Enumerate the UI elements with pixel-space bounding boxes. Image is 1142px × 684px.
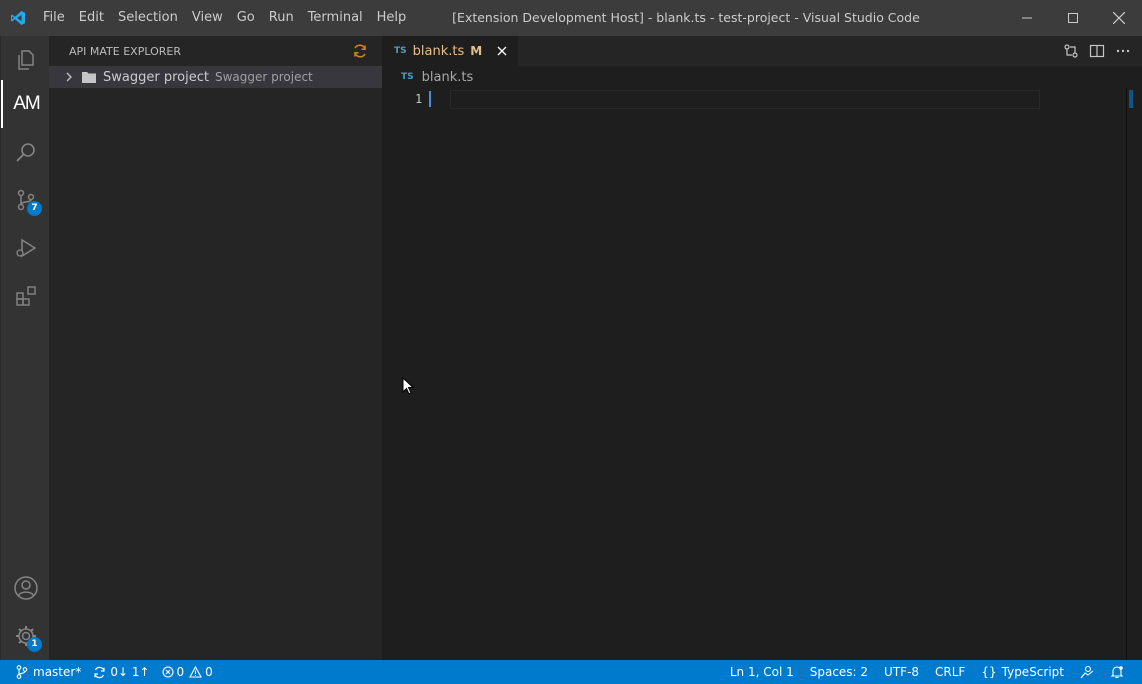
text-cursor <box>429 91 431 107</box>
menu-view[interactable]: View <box>185 0 230 36</box>
error-icon <box>161 666 174 678</box>
window-title: [Extension Development Host] - blank.ts … <box>452 10 920 25</box>
source-control-button[interactable]: 7 <box>1 176 50 224</box>
encoding-setting[interactable]: UTF-8 <box>876 660 927 684</box>
status-bar: master* 0↓ 1↑ 0 0 Ln 1, Col 1 Spaces: 2 … <box>0 660 1142 684</box>
maximize-icon <box>1068 13 1078 23</box>
warning-icon <box>189 666 203 678</box>
tree-item-description: Swagger project <box>214 70 313 84</box>
close-icon <box>497 46 507 56</box>
cursor-position[interactable]: Ln 1, Col 1 <box>722 660 802 684</box>
line-number: 1 <box>415 92 423 106</box>
search-button[interactable] <box>1 128 50 176</box>
scrollbar-cursor-marker <box>1129 90 1133 108</box>
typescript-file-icon: TS <box>394 46 407 56</box>
sync-status[interactable]: 0↓ 1↑ <box>87 660 155 684</box>
code-editor[interactable]: 1 <box>382 88 1142 660</box>
git-branch-icon <box>16 665 28 679</box>
tree-item-label: Swagger project <box>103 69 209 85</box>
run-debug-button[interactable] <box>1 224 50 272</box>
eol-setting[interactable]: CRLF <box>927 660 973 684</box>
open-changes-button[interactable] <box>1062 42 1080 60</box>
error-count: 0 <box>176 665 185 679</box>
current-line-highlight <box>450 90 1040 109</box>
breadcrumb-file[interactable]: blank.ts <box>422 70 474 85</box>
close-tab-button[interactable] <box>494 43 510 59</box>
search-icon <box>15 143 35 162</box>
explorer-button[interactable] <box>1 36 50 84</box>
accounts-button[interactable] <box>1 564 50 612</box>
feedback-icon <box>1080 665 1094 679</box>
feedback-button[interactable] <box>1072 660 1102 684</box>
branch-status[interactable]: master* <box>0 660 87 684</box>
title-bar: File Edit Selection View Go Run Terminal… <box>0 0 1142 36</box>
ellipsis-icon <box>1116 49 1130 53</box>
sidebar: API MATE EXPLORER Swagger project Swagge… <box>49 36 382 660</box>
more-actions-button[interactable] <box>1114 42 1132 60</box>
close-window-button[interactable] <box>1096 0 1142 36</box>
menu-go[interactable]: Go <box>230 0 262 36</box>
minimize-icon <box>1022 17 1032 19</box>
settings-badge: 1 <box>27 637 42 652</box>
split-editor-icon <box>1089 44 1105 58</box>
menu-run[interactable]: Run <box>262 0 301 36</box>
folder-icon <box>81 70 97 84</box>
menu-edit[interactable]: Edit <box>72 0 111 36</box>
git-compare-icon <box>1064 44 1078 58</box>
notifications-button[interactable] <box>1102 660 1132 684</box>
minimize-button[interactable] <box>1004 0 1050 36</box>
tab-bar: TS blank.ts M <box>382 36 1142 66</box>
apimate-explorer-button[interactable]: AM <box>1 80 50 128</box>
account-icon <box>13 576 38 600</box>
indentation-setting[interactable]: Spaces: 2 <box>802 660 876 684</box>
tree-item-swagger-project[interactable]: Swagger project Swagger project <box>49 66 382 88</box>
typescript-file-icon: TS <box>401 72 414 82</box>
warning-count: 0 <box>205 665 213 679</box>
sidebar-title: API MATE EXPLORER <box>69 44 181 58</box>
split-editor-button[interactable] <box>1088 42 1106 60</box>
window-controls <box>1004 0 1142 36</box>
mouse-pointer-icon <box>402 376 415 399</box>
run-debug-icon <box>15 238 36 258</box>
files-icon <box>17 50 34 70</box>
manage-settings-button[interactable]: 1 <box>1 612 50 660</box>
vscode-logo-icon <box>0 0 36 36</box>
extensions-icon <box>15 286 36 306</box>
language-label: TypeScript <box>1001 665 1064 679</box>
close-icon <box>1113 12 1125 24</box>
menu-terminal[interactable]: Terminal <box>301 0 370 36</box>
status-bar-right: Ln 1, Col 1 Spaces: 2 UTF-8 CRLF {} Type… <box>722 660 1132 684</box>
tab-blank-ts[interactable]: TS blank.ts M <box>382 36 519 66</box>
language-mode[interactable]: {} TypeScript <box>973 660 1072 684</box>
maximize-button[interactable] <box>1050 0 1096 36</box>
breadcrumb: TS blank.ts <box>382 66 1142 88</box>
refresh-button[interactable] <box>352 43 368 59</box>
modified-indicator: M <box>470 44 483 58</box>
braces-icon: {} <box>981 665 997 679</box>
sync-icon <box>94 666 105 678</box>
bell-icon <box>1110 666 1124 679</box>
scm-badge: 7 <box>27 201 42 216</box>
sync-counts: 0↓ 1↑ <box>110 665 150 679</box>
tab-label: blank.ts <box>412 43 465 59</box>
menu-bar: File Edit Selection View Go Run Terminal… <box>36 0 413 36</box>
refresh-icon <box>354 44 366 58</box>
extensions-button[interactable] <box>1 272 50 320</box>
minimap-divider <box>1126 88 1127 660</box>
chevron-right-icon[interactable] <box>61 72 77 82</box>
menu-selection[interactable]: Selection <box>111 0 185 36</box>
editor-actions <box>1062 36 1132 66</box>
apimate-icon: AM <box>13 93 40 114</box>
editor-group: TS blank.ts M TS blank.ts 1 <box>382 36 1142 660</box>
sidebar-header: API MATE EXPLORER <box>49 36 382 66</box>
menu-file[interactable]: File <box>36 0 72 36</box>
activity-bar: AM 7 1 <box>0 36 49 660</box>
problems-status[interactable]: 0 0 <box>156 660 219 684</box>
branch-name: master* <box>33 665 82 679</box>
